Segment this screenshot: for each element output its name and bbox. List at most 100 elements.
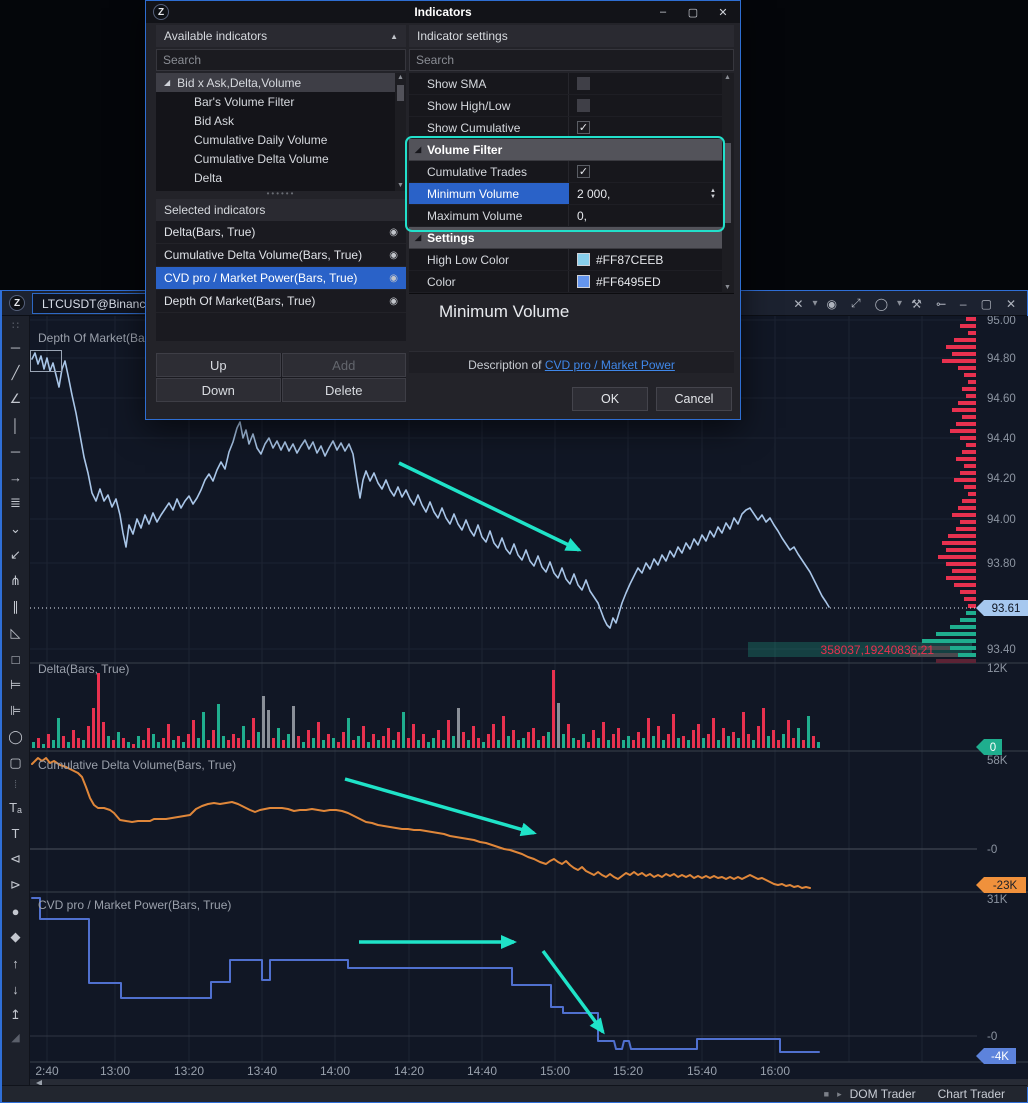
pin-icon[interactable]: ⊸ [929, 297, 953, 311]
available-search-input[interactable] [156, 49, 406, 71]
settings-group-row[interactable]: ◢Volume Filter [409, 139, 722, 161]
drag-grip2-icon[interactable]: ⁞ [2, 776, 30, 794]
tree-group-item[interactable]: ◢Bid x Ask,Delta,Volume [156, 73, 406, 92]
available-indicators-header[interactable]: Available indicators ▲ [156, 25, 406, 47]
text-anchored-icon[interactable]: Tₐ [2, 794, 30, 820]
scrollbar-thumb[interactable] [724, 143, 731, 223]
angle-tool-icon[interactable]: ∠ [2, 386, 30, 412]
settings-row-value[interactable]: ✓ [569, 161, 722, 182]
settings-row-value[interactable]: #FF6495ED [569, 271, 722, 292]
down-button[interactable]: Down [156, 378, 281, 402]
price-label-right-icon[interactable]: ⊳ [2, 872, 30, 898]
collapse-icon[interactable]: ▲ [390, 32, 398, 41]
chart-plot-area[interactable]: 358037,19240836,21Depth Of Market(Bars, … [30, 316, 1028, 1087]
tree-child-item[interactable]: Bar's Volume Filter [156, 92, 406, 111]
settings-row[interactable]: Cumulative Trades✓ [409, 161, 722, 183]
arrow-up-marker-icon[interactable]: ↑ [2, 950, 30, 976]
settings-row-value[interactable] [569, 95, 722, 116]
trend-line-icon[interactable]: ╱ [2, 360, 30, 386]
settings-scrollbar[interactable]: ▲ ▼ [722, 73, 734, 293]
polyline-icon[interactable]: ⌄ [2, 516, 30, 542]
price-label-left-icon[interactable]: ⊲ [2, 846, 30, 872]
tree-scrollbar[interactable]: ▲ ▼ [395, 73, 406, 191]
arrow-down-marker-icon[interactable]: ↓ [2, 976, 30, 1002]
settings-search-input[interactable] [409, 49, 734, 71]
up-button[interactable]: Up [156, 353, 281, 377]
pointer-tool-icon[interactable]: ✕ [786, 297, 810, 311]
fullscreen-icon[interactable]: ⤢ [844, 296, 868, 311]
settings-row[interactable]: Show High/Low [409, 95, 722, 117]
visibility-eye-icon[interactable]: ◉ [389, 250, 398, 261]
ok-button[interactable]: OK [572, 387, 648, 411]
checkbox[interactable] [577, 99, 590, 112]
scroll-down-icon[interactable]: ▼ [395, 181, 406, 191]
color-swatch[interactable] [577, 253, 590, 266]
settings-row-value[interactable]: 2 000,▲▼ [569, 183, 722, 204]
tree-child-item[interactable]: Delta [156, 168, 406, 187]
window-minimize-icon[interactable]: – [953, 297, 974, 311]
selected-indicator-row[interactable]: Cumulative Delta Volume(Bars, True)◉ [156, 244, 406, 267]
text-tool-icon[interactable]: T [2, 820, 30, 846]
expand-caret-icon[interactable]: ▸ [837, 1089, 842, 1100]
chart-trader-tab[interactable]: Chart Trader [938, 1087, 1005, 1101]
settings-row-value[interactable]: ✓ [569, 117, 722, 138]
ellipse-tool-icon[interactable]: ◯ [2, 724, 30, 750]
shape-tool-icon[interactable]: ◯ [868, 297, 895, 311]
settings-group-row[interactable]: ◢Settings [409, 227, 722, 249]
parallel-lines-icon[interactable]: ≣ [2, 490, 30, 516]
vertical-line-icon[interactable]: │ [2, 412, 30, 438]
checkbox[interactable]: ✓ [577, 165, 590, 178]
dialog-titlebar[interactable]: Z Indicators – ▢ ✕ [146, 1, 740, 23]
dotted-rect-icon[interactable]: ▢ [2, 750, 30, 776]
settings-tools-icon[interactable]: ⚒ [904, 297, 929, 311]
order-list-icon[interactable]: ↥ [2, 1002, 30, 1028]
dialog-minimize-icon[interactable]: – [648, 1, 678, 23]
visibility-eye-icon[interactable]: ◉ [389, 273, 398, 284]
scroll-up-icon[interactable]: ▲ [722, 73, 733, 83]
settings-row[interactable]: Show Cumulative✓ [409, 117, 722, 139]
window-maximize-icon[interactable]: ▢ [974, 297, 999, 311]
checkbox[interactable] [577, 77, 590, 90]
dialog-close-icon[interactable]: ✕ [708, 1, 738, 23]
settings-row-value[interactable]: 0, [569, 205, 722, 226]
cancel-button[interactable]: Cancel [656, 387, 732, 411]
splitter-grip[interactable]: •••••• [156, 191, 406, 199]
expand-icon[interactable]: ◢ [164, 78, 170, 87]
volume-profile-icon[interactable]: ⊨ [2, 672, 30, 698]
add-button[interactable]: Add [282, 353, 407, 377]
dom-trader-tab[interactable]: DOM Trader [850, 1087, 916, 1101]
group-expand-icon[interactable]: ◢ [415, 145, 421, 154]
rectangle-tool-icon[interactable]: □ [2, 646, 30, 672]
indicator-description-link[interactable]: CVD pro / Market Power [545, 358, 675, 372]
scrollbar-thumb[interactable] [397, 85, 404, 101]
triangle-tool-icon[interactable]: ◺ [2, 620, 30, 646]
camera-icon[interactable]: ◉ [820, 297, 844, 311]
parallel-channel-icon[interactable]: ∥ [2, 594, 30, 620]
drag-grip-icon[interactable]: ∷ [2, 316, 30, 334]
pointer-arrow-icon[interactable]: ↙ [2, 542, 30, 568]
settings-row[interactable]: Maximum Volume0, [409, 205, 722, 227]
tree-child-item[interactable]: Cumulative Daily Volume [156, 130, 406, 149]
visibility-eye-icon[interactable]: ◉ [389, 296, 398, 307]
pitchfork-icon[interactable]: ⋔ [2, 568, 30, 594]
visibility-eye-icon[interactable]: ◉ [389, 227, 398, 238]
checkbox[interactable]: ✓ [577, 121, 590, 134]
settings-row[interactable]: Minimum Volume2 000,▲▼ [409, 183, 722, 205]
shape-dropdown-icon[interactable]: ▾ [895, 298, 904, 309]
settings-row[interactable]: Color#FF6495ED [409, 271, 722, 293]
diamond-marker-icon[interactable]: ◆ [2, 924, 30, 950]
panel-icon[interactable]: ■ [824, 1089, 829, 1099]
dialog-maximize-icon[interactable]: ▢ [678, 1, 708, 23]
scroll-down-icon[interactable]: ▼ [722, 283, 733, 293]
fixed-volume-profile-icon[interactable]: ⊫ [2, 698, 30, 724]
pointer-dropdown-icon[interactable]: ▾ [810, 298, 819, 309]
arrow-tool-icon[interactable]: → [2, 464, 30, 490]
delete-button[interactable]: Delete [282, 378, 407, 402]
settings-row-value[interactable]: #FF87CEEB [569, 249, 722, 270]
settings-row[interactable]: Show SMA [409, 73, 722, 95]
selected-indicator-row[interactable]: CVD pro / Market Power(Bars, True)◉ [156, 267, 406, 290]
tree-child-item[interactable]: Bid Ask [156, 111, 406, 130]
color-swatch[interactable] [577, 275, 590, 288]
selected-indicator-row[interactable]: Depth Of Market(Bars, True)◉ [156, 290, 406, 313]
segment-icon[interactable]: ─ [2, 438, 30, 464]
